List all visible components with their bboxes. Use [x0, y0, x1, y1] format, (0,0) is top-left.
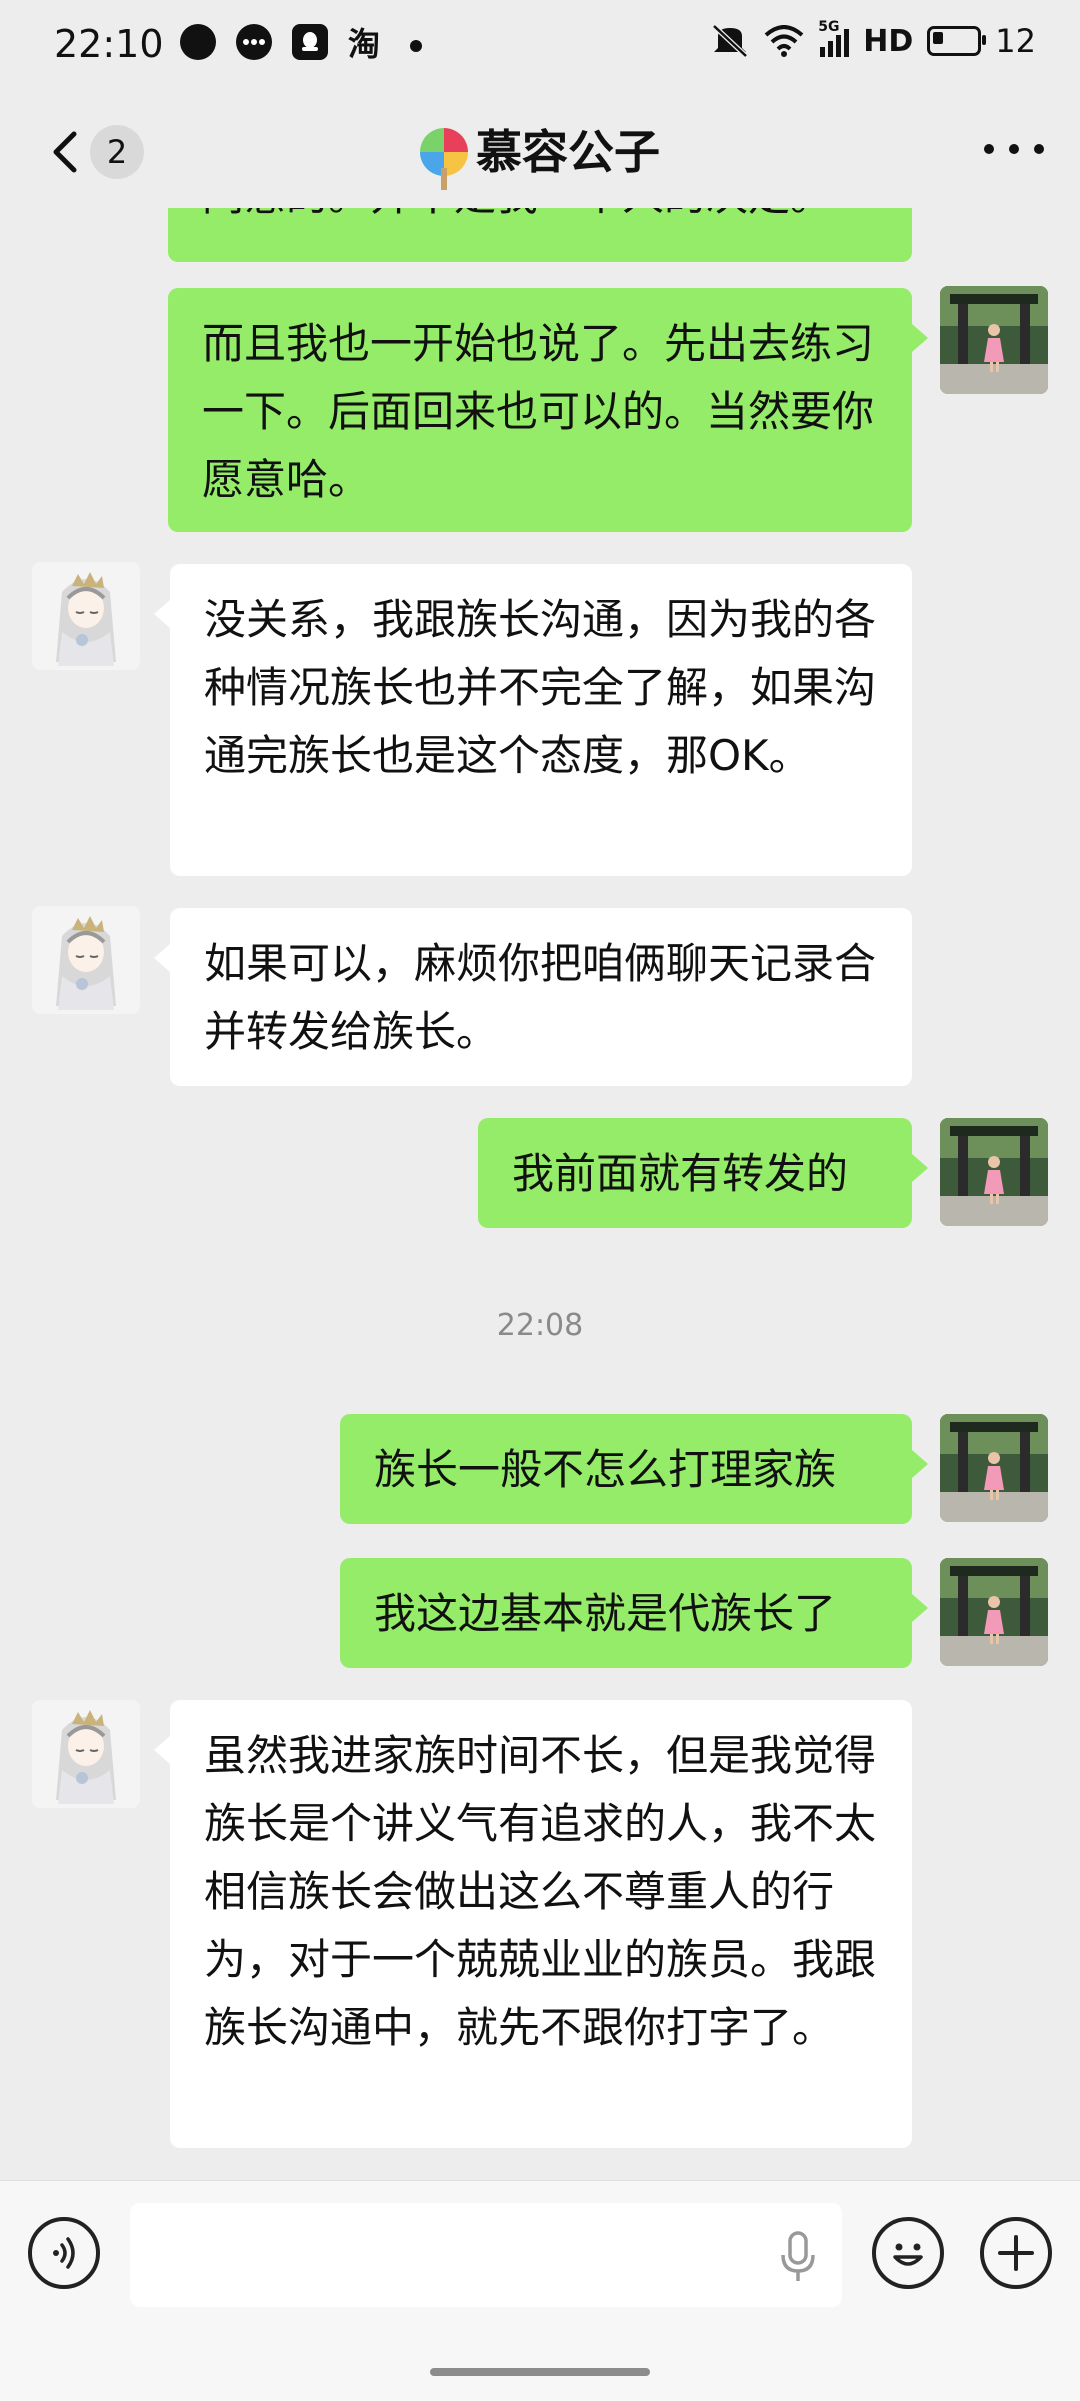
message-input[interactable] — [130, 2203, 842, 2307]
lollipop-icon — [420, 128, 468, 190]
message-text: 我前面就有转发的 — [512, 1149, 849, 1198]
message-bubble-sent[interactable]: 而且我也一开始也说了。先出去练习一下。后面回来也可以的。当然要你愿意哈。 — [168, 288, 928, 532]
network-label: 5G — [818, 19, 840, 35]
status-time: 22:10 — [54, 22, 164, 66]
message-text: 我这边基本就是代族长了 — [374, 1589, 837, 1638]
my-avatar[interactable] — [940, 1118, 1048, 1226]
emoji-icon — [893, 2243, 923, 2266]
message-text: 同意的。并不是我一个人的决定。 — [202, 208, 832, 220]
message-text: 如果可以，麻烦你把咱俩聊天记录合并转发给族长。 — [204, 939, 877, 1056]
message-text: 虽然我进家族时间不长，但是我觉得族长是个讲义气有追求的人，我不太相信族长会做出这… — [204, 1731, 877, 2052]
message-bubble-received[interactable]: 如果可以，麻烦你把咱俩聊天记录合并转发给族长。 — [154, 908, 912, 1086]
circle-app-icon — [180, 24, 216, 60]
message-text: 族长一般不怎么打理家族 — [374, 1445, 837, 1494]
contact-name: 慕容公子 — [476, 125, 660, 179]
message-timestamp: 22:08 — [496, 1308, 584, 1343]
contact-avatar[interactable] — [32, 906, 140, 1014]
battery-icon — [927, 26, 987, 56]
hd-label: HD — [863, 23, 914, 59]
more-options-button[interactable] — [984, 134, 1044, 164]
wifi-icon — [764, 25, 804, 57]
mic-icon[interactable] — [778, 2231, 818, 2283]
message-bubble-sent[interactable]: 我这边基本就是代族长了 — [340, 1558, 928, 1668]
my-avatar[interactable] — [940, 1414, 1048, 1522]
more-dot — [984, 144, 994, 154]
taobao-icon: 淘 — [347, 25, 380, 63]
message-bubble-sent[interactable]: 族长一般不怎么打理家族 — [340, 1414, 928, 1524]
contact-avatar[interactable] — [32, 1700, 140, 1808]
my-avatar[interactable] — [940, 1558, 1048, 1666]
mute-icon — [712, 24, 748, 58]
qq-icon — [292, 24, 328, 60]
more-dot — [1034, 144, 1044, 154]
emoji-button[interactable] — [872, 2217, 944, 2289]
contact-avatar[interactable] — [32, 562, 140, 670]
chat-header: 2 慕容公子 — [0, 92, 1080, 208]
plus-icon — [998, 2235, 1034, 2271]
status-bar: 22:10 淘 5G HD 12 — [0, 0, 1080, 92]
voice-button[interactable] — [28, 2217, 100, 2289]
message-text: 而且我也一开始也说了。先出去练习一下。后面回来也可以的。当然要你愿意哈。 — [202, 319, 875, 504]
plus-button[interactable] — [980, 2217, 1052, 2289]
message-bubble-sent[interactable]: 我前面就有转发的 — [478, 1118, 928, 1228]
battery-level: 12 — [995, 22, 1036, 60]
message-bubble-received[interactable]: 没关系，我跟族长沟通，因为我的各种情况族长也并不完全了解，如果沟通完族长也是这个… — [154, 564, 912, 876]
voice-icon — [53, 2237, 75, 2269]
message-list[interactable]: 同意的。并不是我一个人的决定。 而且我也一开始也说了。先出去练习一下。后面回来也… — [0, 208, 1080, 2180]
home-indicator[interactable] — [430, 2368, 650, 2376]
chat-title: 慕容公子 — [0, 116, 1080, 190]
message-bubble-received[interactable]: 虽然我进家族时间不长，但是我觉得族长是个讲义气有追求的人，我不太相信族长会做出这… — [154, 1700, 912, 2148]
my-avatar[interactable] — [940, 286, 1048, 394]
message-icon — [236, 24, 272, 60]
signal-icon: 5G — [818, 19, 850, 57]
message-text: 没关系，我跟族长沟通，因为我的各种情况族长也并不完全了解，如果沟通完族长也是这个… — [204, 595, 877, 780]
message-bubble-sent[interactable]: 同意的。并不是我一个人的决定。 — [168, 208, 912, 262]
more-notifications-dot — [410, 40, 422, 52]
more-dot — [1009, 144, 1019, 154]
status-right: 5G HD 12 — [710, 19, 1036, 60]
